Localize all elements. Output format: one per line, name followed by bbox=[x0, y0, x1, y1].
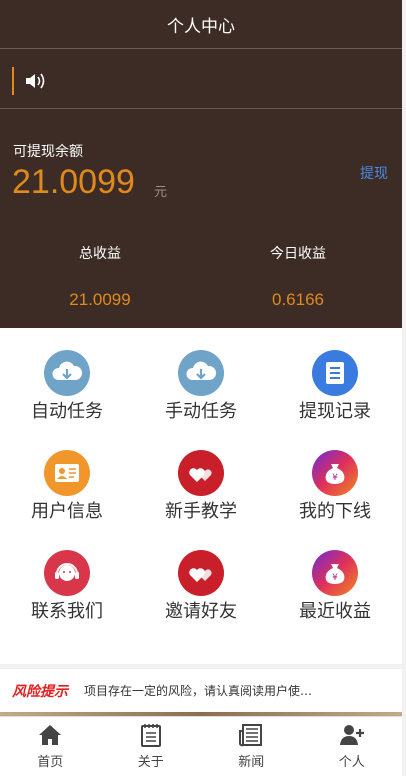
menu-label: 邀请好友 bbox=[165, 601, 237, 622]
menu-manual-task[interactable]: 手动任务 bbox=[134, 328, 268, 428]
menu-user-info[interactable]: 用户信息 bbox=[0, 428, 134, 528]
hearts-icon bbox=[178, 550, 224, 596]
menu-label: 最近收益 bbox=[299, 601, 371, 622]
tab-label: 首页 bbox=[37, 755, 64, 770]
menu-label: 联系我们 bbox=[31, 601, 103, 622]
menu-tutorial[interactable]: 新手教学 bbox=[134, 428, 268, 528]
notepad-icon bbox=[140, 724, 161, 747]
today-earnings-label: 今日收益 bbox=[270, 246, 326, 262]
menu-label: 自动任务 bbox=[31, 401, 103, 422]
today-earnings-value: 0.6166 bbox=[272, 290, 324, 309]
user-card-icon bbox=[44, 450, 90, 496]
notice-accent-line bbox=[12, 67, 14, 95]
menu-grid: 自动任务 手动任务 提现记录 用户信息 新手教学 ¥ 我的下线 联系我们 邀请好… bbox=[0, 328, 402, 664]
balance-label: 可提现余额 bbox=[13, 144, 83, 160]
balance-unit: 元 bbox=[154, 185, 168, 200]
tab-news[interactable]: 新闻 bbox=[201, 717, 302, 776]
tab-label: 关于 bbox=[137, 755, 164, 770]
speaker-icon[interactable] bbox=[24, 71, 46, 91]
home-icon bbox=[39, 725, 62, 745]
menu-label: 提现记录 bbox=[299, 401, 371, 422]
menu-label: 新手教学 bbox=[165, 501, 237, 522]
money-bag-icon: ¥ bbox=[312, 450, 358, 496]
cloud-download-icon bbox=[178, 350, 224, 396]
app-header: 个人中心 bbox=[0, 0, 402, 48]
cloud-download-icon bbox=[44, 350, 90, 396]
menu-label: 手动任务 bbox=[165, 401, 237, 422]
bottom-tab-bar: 首页 关于 新闻 个人 bbox=[0, 716, 402, 776]
list-document-icon bbox=[312, 350, 358, 396]
notice-bar bbox=[0, 49, 402, 108]
risk-text: 项目存在一定的风险，请认真阅读用户使… bbox=[84, 684, 313, 698]
menu-label: 我的下线 bbox=[299, 501, 371, 522]
tab-about[interactable]: 关于 bbox=[101, 717, 202, 776]
menu-contact-us[interactable]: 联系我们 bbox=[0, 528, 134, 628]
svg-text:¥: ¥ bbox=[332, 573, 338, 583]
tab-profile[interactable]: 个人 bbox=[302, 717, 403, 776]
balance-amount: 21.0099 bbox=[12, 163, 135, 201]
money-bag-icon: ¥ bbox=[312, 550, 358, 596]
hearts-icon bbox=[178, 450, 224, 496]
menu-invite-friends[interactable]: 邀请好友 bbox=[134, 528, 268, 628]
menu-withdraw-records[interactable]: 提现记录 bbox=[268, 328, 402, 428]
risk-notice-bar[interactable]: 风险提示 项目存在一定的风险，请认真阅读用户使… bbox=[0, 668, 402, 712]
menu-auto-task[interactable]: 自动任务 bbox=[0, 328, 134, 428]
tab-label: 新闻 bbox=[238, 755, 265, 770]
page-title: 个人中心 bbox=[167, 16, 235, 37]
svg-text:¥: ¥ bbox=[332, 473, 338, 483]
total-earnings-value: 21.0099 bbox=[69, 290, 131, 309]
risk-tag: 风险提示 bbox=[12, 683, 68, 700]
menu-label: 用户信息 bbox=[31, 501, 103, 522]
withdraw-link[interactable]: 提现 bbox=[360, 163, 388, 183]
balance-panel: 可提现余额 21.0099 元 提现 总收益 21.0099 今日收益 0.61… bbox=[0, 109, 402, 328]
total-earnings-label: 总收益 bbox=[79, 246, 121, 262]
menu-recent-earnings[interactable]: ¥ 最近收益 bbox=[268, 528, 402, 628]
newspaper-icon bbox=[239, 724, 263, 747]
add-user-icon bbox=[339, 725, 364, 745]
tab-label: 个人 bbox=[338, 755, 365, 770]
tab-home[interactable]: 首页 bbox=[0, 717, 101, 776]
headset-support-icon bbox=[44, 550, 90, 596]
menu-my-downline[interactable]: ¥ 我的下线 bbox=[268, 428, 402, 528]
